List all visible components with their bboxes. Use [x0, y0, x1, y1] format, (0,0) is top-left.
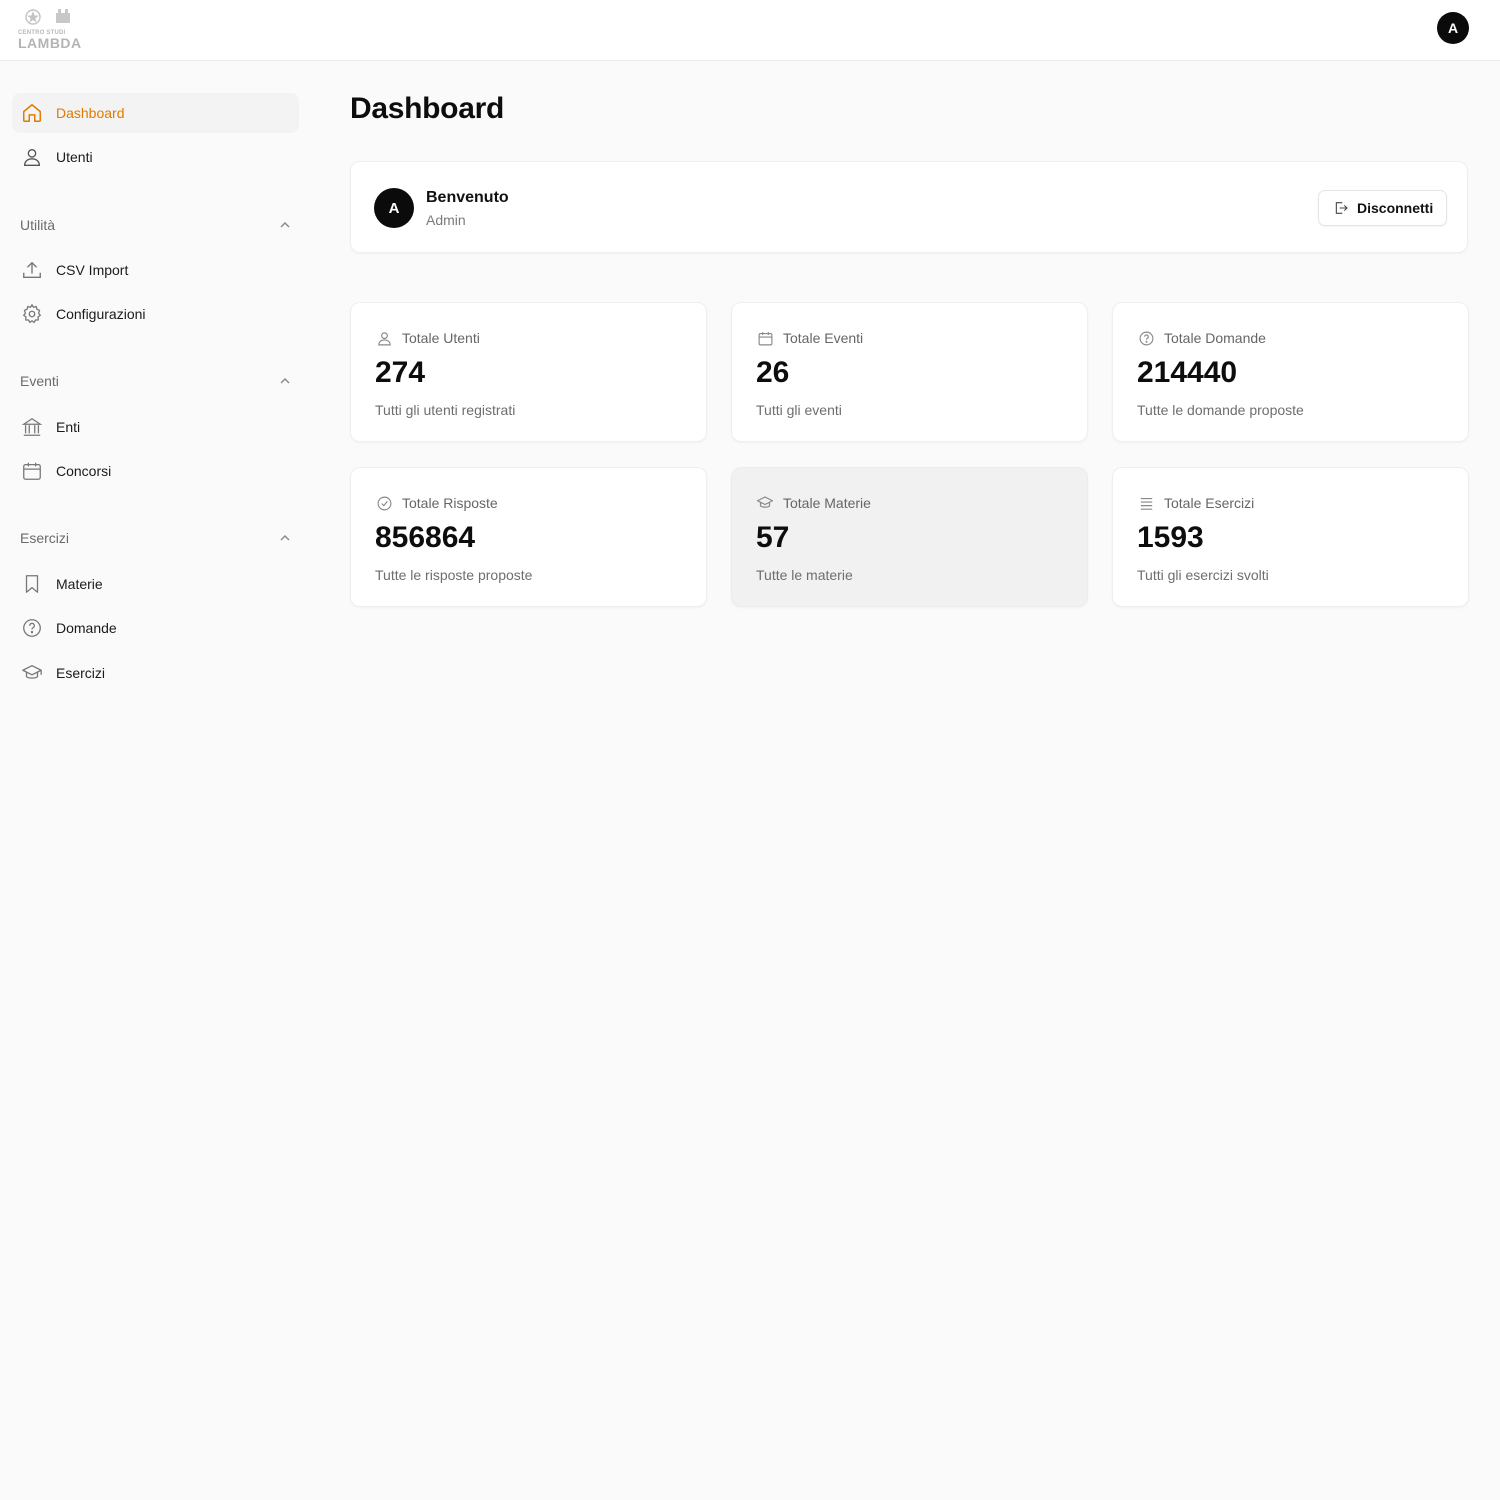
logo-emblem-icon — [25, 9, 70, 25]
sidebar-item-label: CSV Import — [56, 262, 129, 278]
section-header-esercizi[interactable]: Esercizi — [20, 528, 292, 548]
calendar-icon — [756, 329, 774, 347]
section-title: Utilità — [20, 217, 56, 233]
sidebar-item-label: Configurazioni — [56, 306, 146, 322]
logout-icon — [1335, 202, 1348, 214]
question-circle-icon — [1137, 329, 1155, 347]
stat-description: Tutti gli utenti registrati — [375, 402, 516, 418]
stat-description: Tutti gli eventi — [756, 402, 842, 418]
stat-description: Tutte le materie — [756, 567, 853, 583]
gear-icon — [20, 302, 44, 326]
upload-icon — [20, 258, 44, 282]
stat-value: 274 — [375, 356, 426, 389]
logo-wordmark: LAMBDA — [18, 35, 82, 51]
section-title: Eventi — [20, 373, 59, 389]
stat-value: 57 — [756, 521, 790, 554]
sidebar-item-domande[interactable]: Domande — [12, 608, 299, 648]
sidebar-item-esercizi[interactable]: Esercizi — [12, 653, 299, 693]
sidebar-item-label: Materie — [56, 576, 103, 592]
stat-card-domande[interactable]: Totale Domande 214440 Tutte le domande p… — [1112, 302, 1469, 442]
stat-label: Totale Domande — [1164, 330, 1266, 346]
sidebar: Dashboard Utenti Utilità CSV Import Conf… — [0, 61, 310, 1500]
welcome-card: A Benvenuto Admin Disconnetti — [350, 161, 1468, 253]
user-avatar[interactable]: A — [1437, 12, 1469, 44]
stat-label: Totale Utenti — [402, 330, 480, 346]
calendar-icon — [20, 459, 44, 483]
section-header-eventi[interactable]: Eventi — [20, 371, 292, 391]
stat-card-materie[interactable]: Totale Materie 57 Tutte le materie — [731, 467, 1088, 607]
stat-label: Totale Eventi — [783, 330, 864, 346]
stat-value: 214440 — [1137, 356, 1238, 389]
sidebar-item-materie[interactable]: Materie — [12, 564, 299, 604]
check-circle-icon — [375, 494, 393, 512]
graduation-cap-icon — [756, 494, 774, 512]
question-circle-icon — [20, 616, 44, 640]
stat-description: Tutte le domande proposte — [1137, 402, 1304, 418]
avatar: A — [374, 188, 414, 228]
stat-card-esercizi[interactable]: Totale Esercizi 1593 Tutti gli esercizi … — [1112, 467, 1469, 607]
sidebar-item-label: Esercizi — [56, 665, 106, 681]
top-bar: CENTRO STUDI LAMBDA A — [0, 0, 1500, 61]
home-icon — [20, 101, 44, 125]
stat-description: Tutti gli esercizi svolti — [1137, 567, 1269, 583]
stat-card-eventi[interactable]: Totale Eventi 26 Tutti gli eventi — [731, 302, 1088, 442]
stat-value: 1593 — [1137, 521, 1204, 554]
sidebar-item-label: Enti — [56, 419, 81, 435]
section-header-utilita[interactable]: Utilità — [20, 215, 292, 235]
list-icon — [1137, 494, 1155, 512]
user-icon — [20, 145, 44, 169]
stat-value: 856864 — [375, 521, 476, 554]
logout-label: Disconnetti — [1357, 200, 1434, 216]
logo[interactable]: CENTRO STUDI LAMBDA — [18, 6, 82, 52]
sidebar-item-dashboard[interactable]: Dashboard — [12, 93, 299, 133]
stat-description: Tutte le risposte proposte — [375, 567, 533, 583]
building-icon — [20, 415, 44, 439]
sidebar-item-label: Dashboard — [56, 105, 125, 121]
welcome-title: Benvenuto — [426, 189, 509, 206]
stat-label: Totale Risposte — [402, 495, 498, 511]
bookmark-icon — [20, 572, 44, 596]
logout-button[interactable]: Disconnetti — [1318, 190, 1447, 226]
sidebar-item-enti[interactable]: Enti — [12, 407, 299, 447]
stat-value: 26 — [756, 356, 790, 389]
sidebar-item-label: Domande — [56, 620, 117, 636]
sidebar-item-concorsi[interactable]: Concorsi — [12, 451, 299, 491]
sidebar-item-csv-import[interactable]: CSV Import — [12, 250, 299, 290]
stat-label: Totale Materie — [783, 495, 871, 511]
stat-card-risposte[interactable]: Totale Risposte 856864 Tutte le risposte… — [350, 467, 707, 607]
section-title: Esercizi — [20, 530, 70, 546]
chevron-up-icon — [280, 378, 290, 384]
sidebar-item-label: Concorsi — [56, 463, 112, 479]
chevron-up-icon — [280, 222, 290, 228]
stat-card-utenti[interactable]: Totale Utenti 274 Tutti gli utenti regis… — [350, 302, 707, 442]
chevron-up-icon — [280, 535, 290, 541]
stat-label: Totale Esercizi — [1164, 495, 1255, 511]
graduation-cap-icon — [20, 661, 44, 685]
welcome-role: Admin — [426, 212, 466, 228]
sidebar-item-configurazioni[interactable]: Configurazioni — [12, 294, 299, 334]
sidebar-item-label: Utenti — [56, 149, 93, 165]
sidebar-item-utenti[interactable]: Utenti — [12, 137, 299, 177]
page-title: Dashboard — [350, 92, 504, 125]
user-icon — [375, 329, 393, 347]
